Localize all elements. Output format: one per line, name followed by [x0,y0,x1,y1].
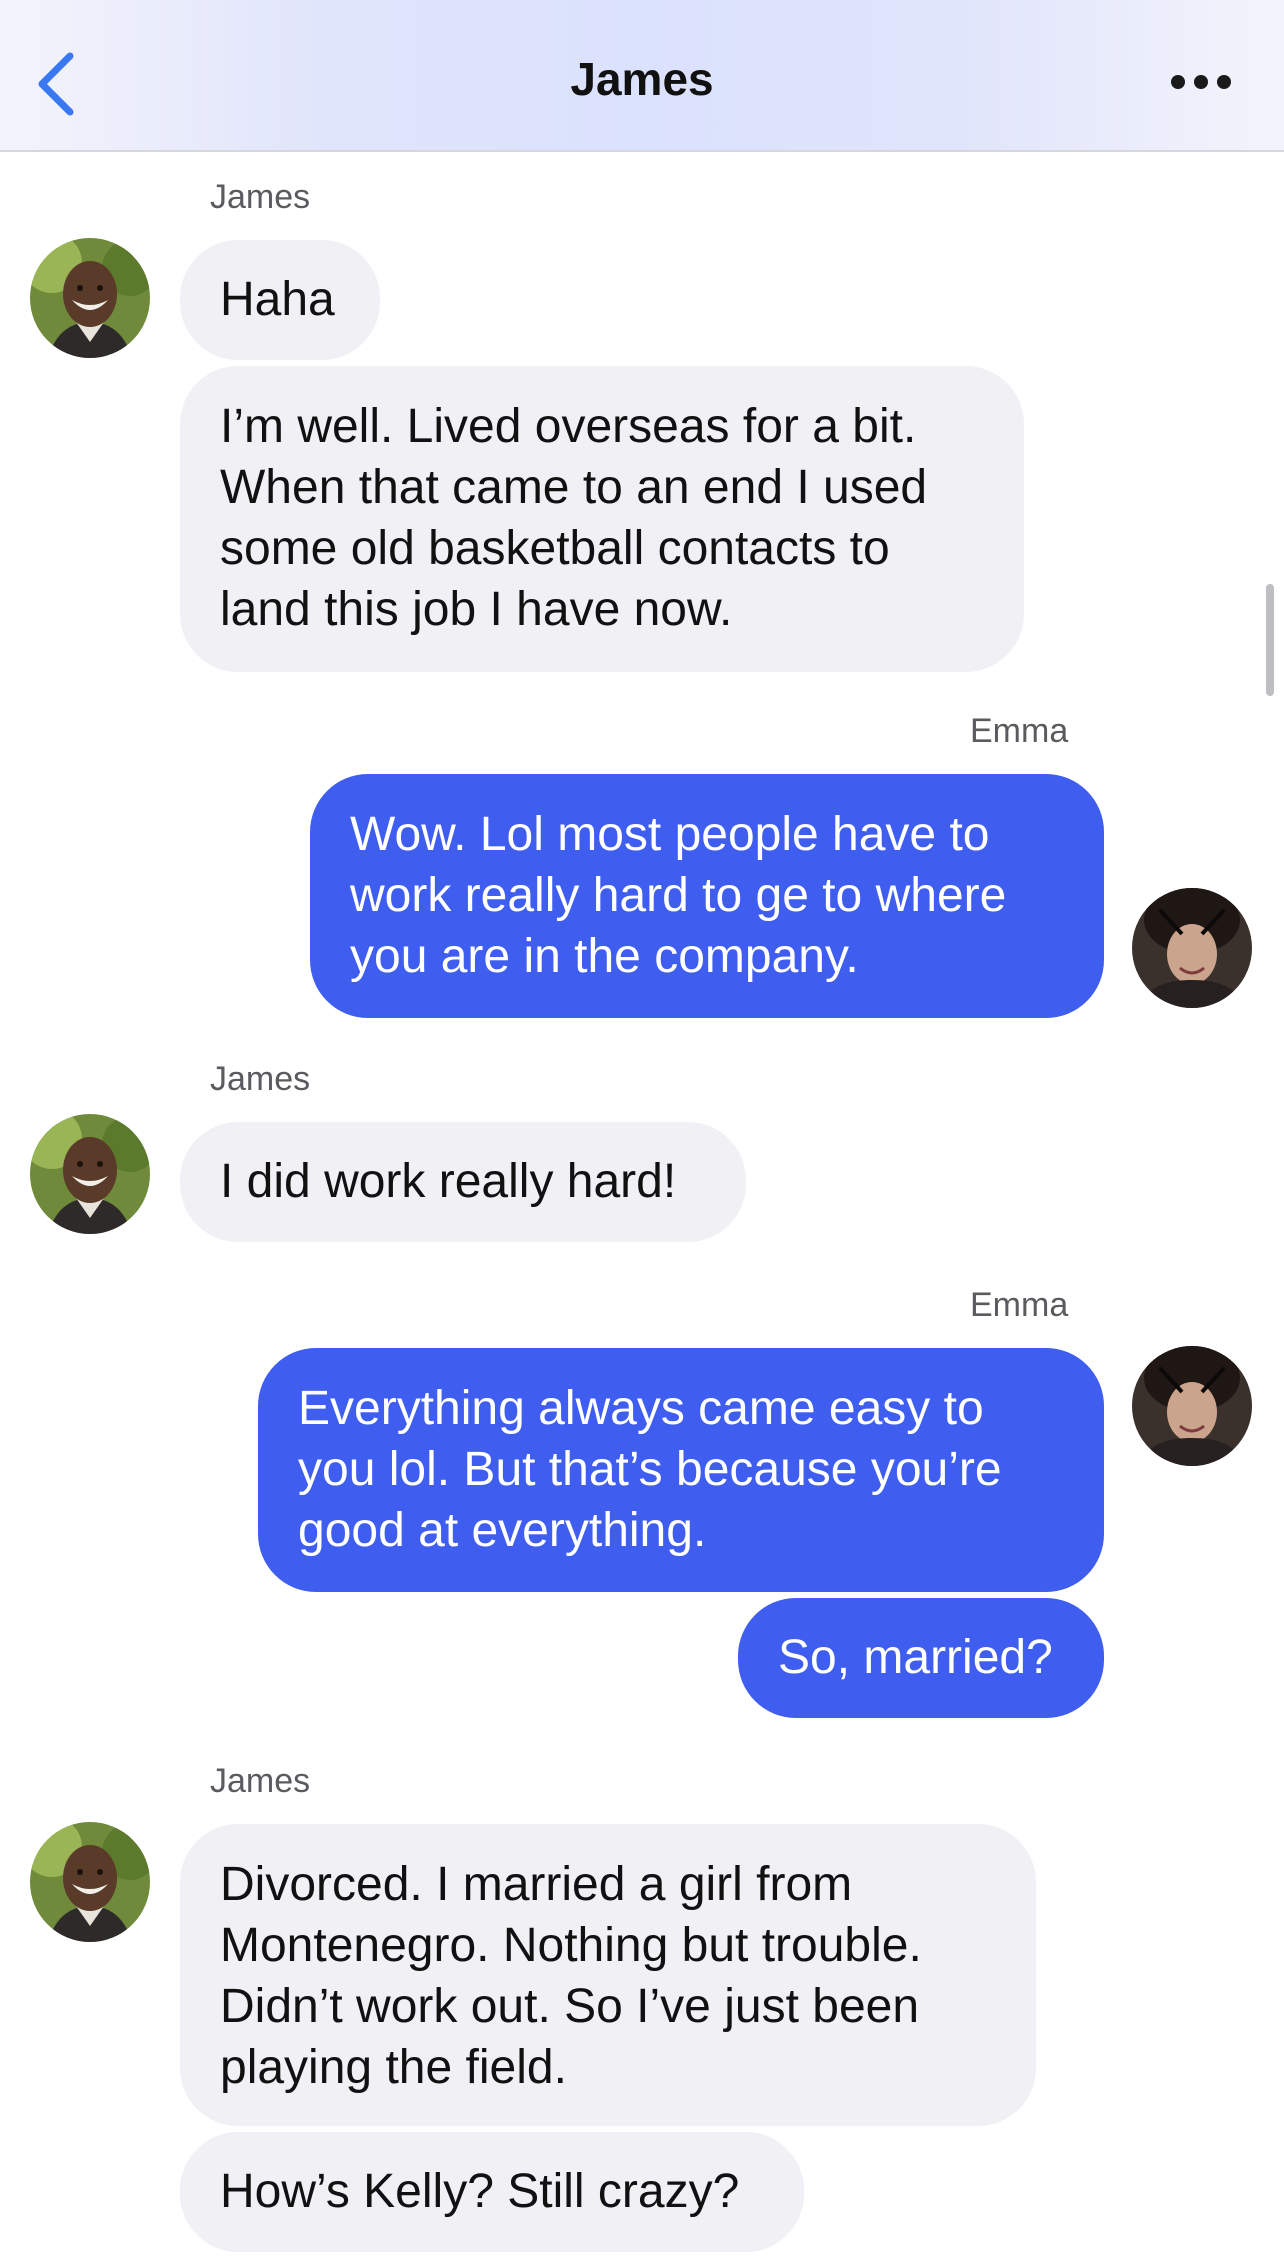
message-line: you are in the company. [350,930,859,983]
message-bubble[interactable]: Wow. Lol most people have to work really… [310,774,1104,1018]
message-bubble[interactable]: Everything always came easy to you lol. … [258,1348,1104,1592]
message-bubble[interactable]: I did work really hard! [180,1122,746,1242]
message-line: Wow. Lol most people have to [350,808,990,861]
message-line: Everything always came easy to [298,1382,984,1435]
message-bubble[interactable]: How’s Kelly? Still crazy? [180,2132,804,2252]
sender-name: James [210,1060,311,1098]
message-line: you lol. But that’s because you’re [298,1443,1002,1496]
avatar-emma[interactable] [1132,1346,1252,1466]
ellipsis-icon [1171,75,1231,89]
message-line: Haha [220,273,335,326]
james-avatar-photo [30,1114,150,1234]
james-avatar-photo [30,1822,150,1942]
message-line: Montenegro. Nothing but trouble. [220,1919,922,1972]
avatar-james[interactable] [30,1822,150,1942]
message-line: some old basketball contacts to [220,522,890,575]
message-line: playing the field. [220,2041,567,2094]
sender-name: James [210,1762,311,1800]
james-avatar-photo [30,238,150,358]
emma-avatar-photo [1132,888,1252,1008]
scrollbar[interactable] [1266,584,1274,696]
message-line: Didn’t work out. So I’ve just been [220,1980,920,2033]
message-bubble[interactable]: Divorced. I married a girl from Monteneg… [180,1824,1036,2126]
message-bubble[interactable]: I’m well. Lived overseas for a bit. When… [180,366,1024,672]
message-line: How’s Kelly? Still crazy? [220,2165,740,2218]
message-thread[interactable]: James Haha I’m well. Lived overseas for … [0,152,1284,2265]
message-line: Divorced. I married a girl from [220,1858,853,1911]
avatar-james[interactable] [30,1114,150,1234]
message-line: When that came to an end I used [220,461,928,514]
message-bubble[interactable]: Haha [180,240,380,360]
message-line: So, married? [778,1631,1053,1684]
sender-name: James [210,178,311,216]
message-line: I did work really hard! [220,1155,677,1208]
message-line: I’m well. Lived overseas for a bit. [220,400,917,453]
conversation-title: James [570,53,714,105]
emma-avatar-photo [1132,1346,1252,1466]
avatar-james[interactable] [30,238,150,358]
sender-name: Emma [970,712,1069,750]
message-line: work really hard to ge to where [350,869,1007,922]
chat-header: James [0,0,1284,152]
sender-name: Emma [970,1286,1069,1324]
message-bubble[interactable]: So, married? [738,1598,1104,1718]
message-line: land this job I have now. [220,583,733,636]
message-line: good at everything. [298,1504,707,1557]
more-options-button[interactable] [1166,70,1236,94]
avatar-emma[interactable] [1132,888,1252,1008]
